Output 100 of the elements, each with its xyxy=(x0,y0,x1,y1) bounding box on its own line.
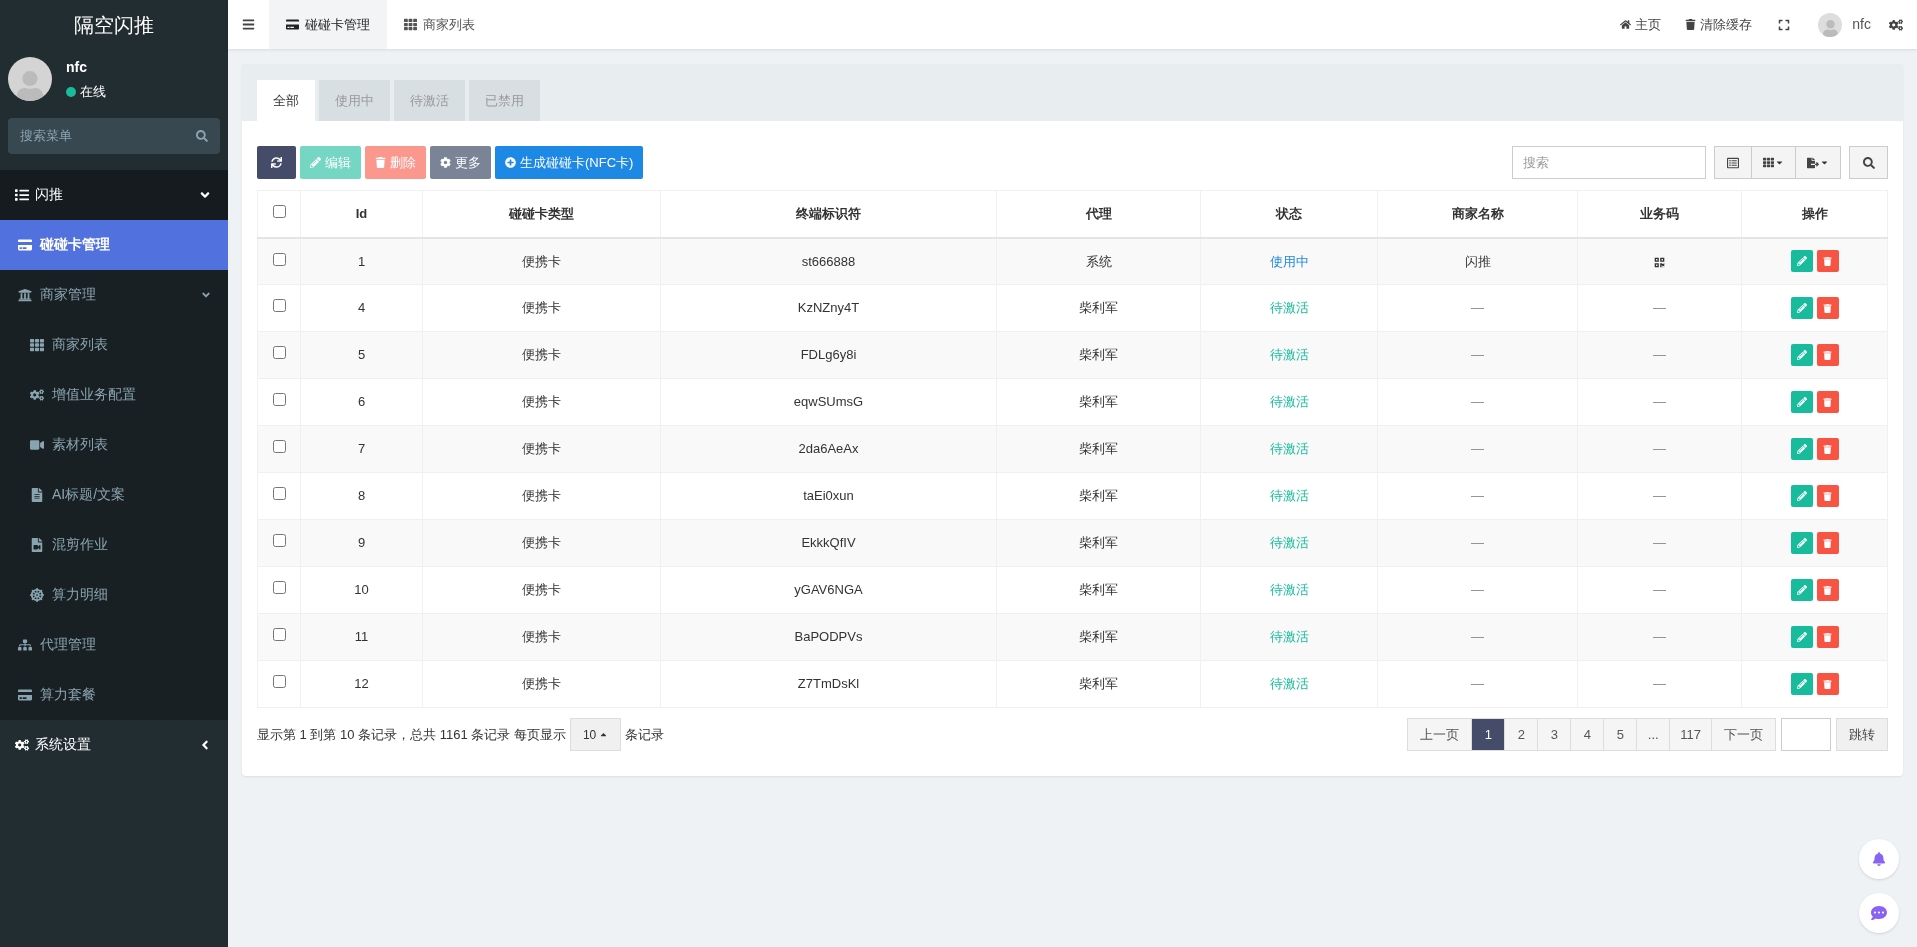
row-checkbox[interactable] xyxy=(272,440,286,454)
status-cell: 待激活 xyxy=(1200,519,1378,567)
menu-item[interactable]: 商家列表 xyxy=(0,319,228,370)
edit-button[interactable] xyxy=(1790,438,1813,460)
page-button[interactable]: 3 xyxy=(1538,719,1572,750)
table-cell: 6 xyxy=(300,378,423,426)
settings-icon[interactable] xyxy=(1889,17,1903,32)
delete-button[interactable] xyxy=(1816,485,1839,507)
delete-button[interactable] xyxy=(1816,579,1839,601)
table-cell: — xyxy=(1377,613,1578,661)
menu-item[interactable]: 代理管理 xyxy=(0,619,228,670)
menu-icon[interactable] xyxy=(242,18,255,31)
edit-button[interactable] xyxy=(1790,532,1813,554)
row-checkbox[interactable] xyxy=(272,534,286,548)
fullscreen-icon[interactable] xyxy=(1778,18,1791,31)
jump-button[interactable]: 跳转 xyxy=(1836,718,1888,751)
edit-button[interactable] xyxy=(1790,250,1813,273)
edit-button[interactable] xyxy=(1790,579,1813,601)
trash-icon xyxy=(1685,19,1697,30)
edit-button[interactable] xyxy=(1790,626,1813,648)
delete-button[interactable] xyxy=(1816,532,1839,554)
caret-icon xyxy=(599,730,609,739)
menu-item[interactable]: 素材列表 xyxy=(0,419,228,470)
delete-button[interactable] xyxy=(1816,250,1839,273)
page-button[interactable]: 117 xyxy=(1670,719,1712,750)
chat-icon xyxy=(1871,905,1887,921)
list-icon xyxy=(1727,156,1739,169)
page-button[interactable]: ... xyxy=(1637,719,1671,750)
next-page-button[interactable]: 下一页 xyxy=(1712,719,1775,750)
menu-item[interactable]: 混剪作业 xyxy=(0,519,228,570)
menu-item[interactable]: AI标题/文案 xyxy=(0,469,228,520)
edit-button[interactable] xyxy=(1790,673,1813,695)
page-button[interactable]: 5 xyxy=(1604,719,1638,750)
delete-button[interactable] xyxy=(1816,297,1839,319)
table-cell: 柴利军 xyxy=(996,613,1201,661)
pencil-icon xyxy=(1796,350,1807,360)
row-checkbox[interactable] xyxy=(272,252,286,266)
page-tab[interactable]: 碰碰卡管理 xyxy=(269,0,387,49)
records-suffix: 条记录 xyxy=(625,725,665,744)
column-header: 碰碰卡类型 xyxy=(422,190,661,238)
column-header: 代理 xyxy=(996,190,1201,238)
table-cell: KzNZny4T xyxy=(660,284,997,332)
select-all-checkbox[interactable] xyxy=(272,205,286,218)
row-checkbox[interactable] xyxy=(272,487,286,501)
menu-header[interactable]: 闪推 xyxy=(0,169,228,220)
page-button[interactable]: 4 xyxy=(1571,719,1605,750)
edit-button[interactable] xyxy=(1790,297,1813,319)
pencil-icon xyxy=(1796,444,1807,454)
toolbar-button[interactable]: 更多 xyxy=(430,146,491,179)
page-button[interactable]: 2 xyxy=(1505,719,1539,750)
status-cell: 待激活 xyxy=(1200,566,1378,614)
menu-item[interactable]: 算力明细 xyxy=(0,569,228,620)
page-jump-field[interactable] xyxy=(1781,718,1831,751)
pencil-icon xyxy=(1796,585,1807,595)
toolbar-button[interactable]: 生成碰碰卡(NFC卡) xyxy=(495,146,644,179)
menu-item[interactable]: 商家管理 xyxy=(0,269,228,320)
grid-icon xyxy=(404,18,417,31)
header-link[interactable]: 清除缓存 xyxy=(1673,14,1765,35)
menu-item[interactable]: 增值业务配置 xyxy=(0,369,228,420)
pencil-icon xyxy=(1796,632,1807,642)
table-cell: 柴利军 xyxy=(996,331,1201,379)
notification-button[interactable] xyxy=(1859,839,1899,879)
qr-code-icon[interactable] xyxy=(1654,256,1665,268)
prev-page-button[interactable]: 上一页 xyxy=(1408,719,1473,750)
edit-button[interactable] xyxy=(1790,344,1813,366)
table-cell: — xyxy=(1377,660,1578,708)
search-button[interactable] xyxy=(1849,146,1888,179)
search-field[interactable]: 搜索 xyxy=(1512,146,1706,179)
gears-icon xyxy=(15,737,29,752)
header-user[interactable]: nfc xyxy=(1852,14,1871,35)
row-checkbox[interactable] xyxy=(272,581,286,595)
delete-button[interactable] xyxy=(1816,673,1839,695)
page-tab[interactable]: 商家列表 xyxy=(387,0,492,49)
delete-button[interactable] xyxy=(1816,438,1839,460)
row-checkbox[interactable] xyxy=(272,675,286,689)
row-checkbox[interactable] xyxy=(272,299,286,313)
row-checkbox[interactable] xyxy=(272,628,286,642)
table-cell: — xyxy=(1377,519,1578,567)
delete-button[interactable] xyxy=(1816,344,1839,366)
page-size-select[interactable]: 10 xyxy=(569,718,622,751)
pencil-icon xyxy=(1796,397,1807,407)
table-cell: 便携卡 xyxy=(422,660,661,708)
delete-button[interactable] xyxy=(1816,391,1839,413)
table-cell: 柴利军 xyxy=(996,660,1201,708)
edit-button[interactable] xyxy=(1790,391,1813,413)
row-checkbox[interactable] xyxy=(272,346,286,360)
pencil-icon xyxy=(1796,491,1807,501)
menu-item[interactable]: 碰碰卡管理 xyxy=(0,219,228,270)
refresh-button[interactable] xyxy=(257,146,296,179)
header-link[interactable]: 主页 xyxy=(1608,14,1674,35)
page-button[interactable]: 1 xyxy=(1472,719,1506,750)
chat-button[interactable] xyxy=(1859,893,1899,933)
delete-button[interactable] xyxy=(1816,626,1839,648)
row-checkbox[interactable] xyxy=(272,393,286,407)
menu-search-field[interactable]: 搜索菜单 xyxy=(8,117,220,154)
filter-tab[interactable]: 全部 xyxy=(257,80,315,121)
edit-button[interactable] xyxy=(1790,485,1813,507)
pencil-icon xyxy=(310,157,321,168)
menu-item[interactable]: 算力套餐 xyxy=(0,669,228,720)
user-status: 在线 xyxy=(80,83,106,101)
